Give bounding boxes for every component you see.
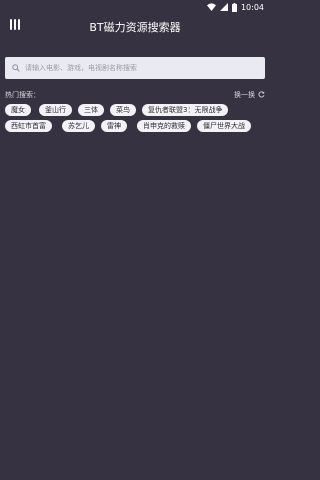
hot-tag[interactable]: 三体 — [78, 104, 104, 116]
wifi-icon — [206, 3, 216, 11]
battery-icon — [231, 2, 237, 12]
hot-tag[interactable]: 釜山行 — [39, 104, 72, 116]
hot-tag[interactable]: 复仇者联盟3：无限战争 — [142, 104, 229, 116]
app-bar: BT磁力资源搜索器 — [0, 14, 270, 40]
hot-tags: 魔女 釜山行 三体 菜鸟 复仇者联盟3：无限战争 西虹市首富 苏乞儿 雷神 肖申… — [5, 104, 267, 132]
hot-search-header: 热门搜索： 换一换 — [5, 89, 265, 101]
refresh-button[interactable]: 换一换 — [234, 90, 265, 100]
status-time: 10:04 — [240, 2, 264, 12]
hot-tag[interactable]: 雷神 — [101, 120, 127, 132]
app-title: BT磁力资源搜索器 — [89, 21, 181, 34]
search-placeholder: 请输入电影、游戏，电视剧名称搜索 — [25, 64, 137, 72]
hot-tag[interactable]: 西虹市首富 — [5, 120, 52, 132]
search-icon — [12, 64, 20, 72]
search-input[interactable]: 请输入电影、游戏，电视剧名称搜索 — [5, 57, 265, 79]
refresh-icon — [258, 90, 265, 100]
hot-search-label: 热门搜索： — [5, 91, 40, 99]
hot-tag[interactable]: 僵尸世界大战 — [197, 120, 251, 132]
status-bar: 10:04 — [0, 0, 270, 14]
signal-icon — [219, 3, 228, 11]
vertical-bars-icon[interactable] — [10, 19, 20, 33]
hot-tag[interactable]: 魔女 — [5, 104, 31, 116]
status-icons: 10:04 — [206, 2, 264, 12]
hot-tag[interactable]: 肖申克的救赎 — [137, 120, 191, 132]
hot-tag[interactable]: 苏乞儿 — [62, 120, 95, 132]
hot-tag[interactable]: 菜鸟 — [110, 104, 136, 116]
refresh-label: 换一换 — [234, 91, 255, 99]
